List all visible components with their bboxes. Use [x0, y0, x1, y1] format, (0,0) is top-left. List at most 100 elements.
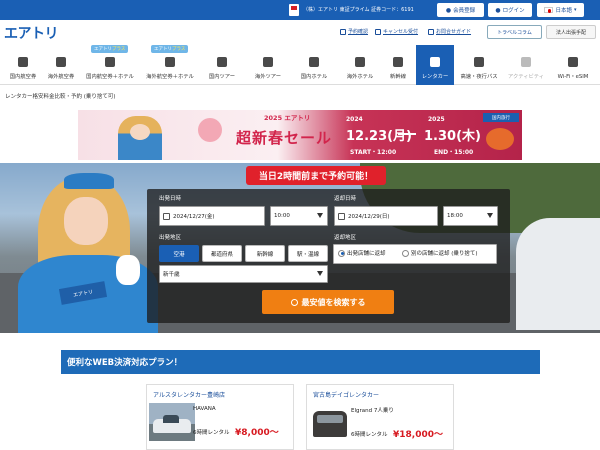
- depart-location-select[interactable]: 新千歳: [159, 265, 328, 283]
- nav-domestic-flight-hotel[interactable]: 国内航空券＋ホテル: [80, 45, 140, 85]
- return-other-store-radio[interactable]: 別の店舗に返却 (乗り捨て): [402, 249, 478, 257]
- car-photo: [309, 403, 355, 441]
- member-register-button[interactable]: ● 会員登録: [437, 3, 484, 17]
- banner-end-time: END・15:00: [434, 149, 474, 156]
- banner-main: 超新春セール: [236, 129, 333, 147]
- cancel-link[interactable]: キャンセル受付: [375, 28, 418, 35]
- car-icon: [430, 57, 440, 67]
- plan-card[interactable]: 宮古島デイゴレンタカー Elgrand 7人乗り 6時間レンタル ¥18,000…: [306, 384, 454, 450]
- area-tab-shinkansen[interactable]: 新幹線: [245, 245, 285, 262]
- banner-start-time: START・12:00: [350, 149, 397, 156]
- area-tab-prefecture[interactable]: 都道府県: [202, 245, 242, 262]
- character-face: [130, 124, 150, 140]
- reservation-check-link[interactable]: 予約確認: [340, 28, 368, 35]
- character-face: [64, 197, 108, 245]
- return-date-input[interactable]: 2024/12/29(日): [334, 206, 438, 226]
- suitcase-icon: [263, 57, 273, 67]
- return-time-select[interactable]: 18:00: [443, 206, 498, 226]
- wifi-icon: [568, 57, 578, 67]
- nav-international-flight[interactable]: 海外航空券: [42, 45, 80, 85]
- nav-shinkansen[interactable]: 新幹線: [380, 45, 416, 85]
- plan-model: Elgrand 7人乗り: [351, 408, 394, 414]
- car-photo: [149, 403, 195, 441]
- airplane-icon: [18, 57, 28, 67]
- depart-time-select[interactable]: 10:00: [270, 206, 328, 226]
- fish-icon: [486, 128, 514, 150]
- calendar-icon: [338, 212, 345, 220]
- plan-price: ¥8,000～: [235, 428, 279, 438]
- area-tab-airport[interactable]: 空港: [159, 245, 199, 262]
- top-bar: （株）エアトリ 東証プライム 証券コード：6191 ● 会員登録 ● ログイン …: [0, 0, 600, 20]
- travel-column-button[interactable]: トラベルコラム: [487, 25, 542, 39]
- help-guide-link[interactable]: お問合せガイド: [428, 28, 471, 35]
- depart-area-label: 出発地区: [159, 235, 182, 241]
- corporate-travel-button[interactable]: 法人出張手配: [546, 25, 596, 39]
- language-select[interactable]: 日本語 ▾: [537, 3, 584, 17]
- chevron-down-icon: [317, 213, 323, 218]
- search-icon: [290, 298, 298, 306]
- car-illustration: [516, 218, 600, 330]
- train-icon: [393, 57, 403, 67]
- search-button[interactable]: 最安値を検索する: [262, 290, 394, 314]
- globe-icon: [56, 57, 66, 67]
- nav-international-tour[interactable]: 海外ツアー: [246, 45, 290, 85]
- plan-duration: 6時間レンタル: [193, 430, 230, 436]
- return-same-store-radio[interactable]: 出発店舗に返却: [338, 249, 386, 257]
- flower-icon: [198, 118, 222, 142]
- main-nav: エアトリ プラス エアトリ プラス 国内航空券 海外航空券 国内航空券＋ホテル 海外…: [0, 45, 600, 85]
- radio-checked-icon: [338, 249, 345, 257]
- depart-date-input[interactable]: 2024/12/27(金): [159, 206, 265, 226]
- question-icon: [428, 28, 434, 35]
- nav-international-flight-hotel[interactable]: 海外航空券＋ホテル: [140, 45, 200, 85]
- plans-heading: 便利なWEB決済対応プラン！: [61, 350, 540, 374]
- plan-duration: 6時間レンタル: [351, 432, 388, 438]
- bus-icon: [474, 57, 484, 67]
- character-glove: [116, 255, 140, 285]
- lock-icon: ●: [495, 6, 501, 14]
- plan-company[interactable]: 宮古島デイゴレンタカー: [313, 390, 379, 399]
- suitcase-icon: [217, 57, 227, 67]
- radio-unchecked-icon: [402, 249, 409, 257]
- chevron-down-icon: [487, 213, 493, 218]
- calendar-icon: [163, 212, 170, 220]
- corporate-info: （株）エアトリ 東証プライム 証券コード：6191: [303, 7, 414, 13]
- banner-date-start: 12.23(月): [346, 129, 413, 144]
- return-datetime-label: 返却日時: [334, 196, 357, 202]
- sale-banner[interactable]: 2025 エアトリ 超新春セール 2024 2025 12.23(月) 1.30…: [78, 110, 522, 160]
- breadcrumb: レンタカー格安料金比較・予約 (乗り捨て可): [5, 94, 116, 100]
- plane-hotel-icon: [165, 57, 175, 67]
- notice-banner: 当日2時間前まで予約可能！: [246, 166, 386, 185]
- banner-year-start: 2024: [346, 116, 363, 123]
- nav-domestic-flight[interactable]: 国内航空券: [4, 45, 42, 85]
- japan-flag-icon: [544, 7, 554, 13]
- banner-tag: 国内旅行: [483, 113, 519, 122]
- plan-company[interactable]: アルスタレンタカー豊崎店: [153, 390, 225, 399]
- document-icon: [340, 28, 346, 35]
- nav-international-hotel[interactable]: 海外ホテル: [340, 45, 380, 85]
- banner-title: 2025 エアトリ: [264, 114, 311, 122]
- nav-domestic-hotel[interactable]: 国内ホテル: [292, 45, 336, 85]
- nav-domestic-tour[interactable]: 国内ツアー: [200, 45, 244, 85]
- area-tab-station[interactable]: 駅・温線: [288, 245, 328, 262]
- plan-card[interactable]: アルスタレンタカー豊崎店 HAVANA 6時間レンタル ¥8,000～: [146, 384, 294, 450]
- nav-wifi[interactable]: Wi-Fi・eSIM: [550, 45, 596, 85]
- depart-datetime-label: 出発日時: [159, 196, 182, 202]
- chevron-down-icon: ▾: [574, 7, 577, 13]
- user-icon: ●: [445, 6, 452, 14]
- hotel-icon: [309, 57, 319, 67]
- banner-date-end: 1.30(木): [424, 129, 481, 144]
- site-logo[interactable]: エアトリ: [4, 23, 59, 43]
- character-hat: [64, 173, 114, 189]
- login-button[interactable]: ● ログイン: [488, 3, 532, 17]
- banner-divider: [398, 133, 416, 135]
- company-logo-icon: [289, 4, 299, 16]
- document-icon: [375, 28, 381, 35]
- nav-activity[interactable]: アクティビティ: [504, 45, 548, 85]
- activity-icon: [521, 57, 531, 67]
- nav-rental-car[interactable]: レンタカー: [416, 45, 454, 85]
- plane-hotel-icon: [105, 57, 115, 67]
- hotel-icon: [355, 57, 365, 67]
- nav-bus[interactable]: 高速・夜行バス: [456, 45, 502, 85]
- chevron-down-icon: [317, 271, 323, 276]
- plan-price: ¥18,000～: [393, 430, 443, 440]
